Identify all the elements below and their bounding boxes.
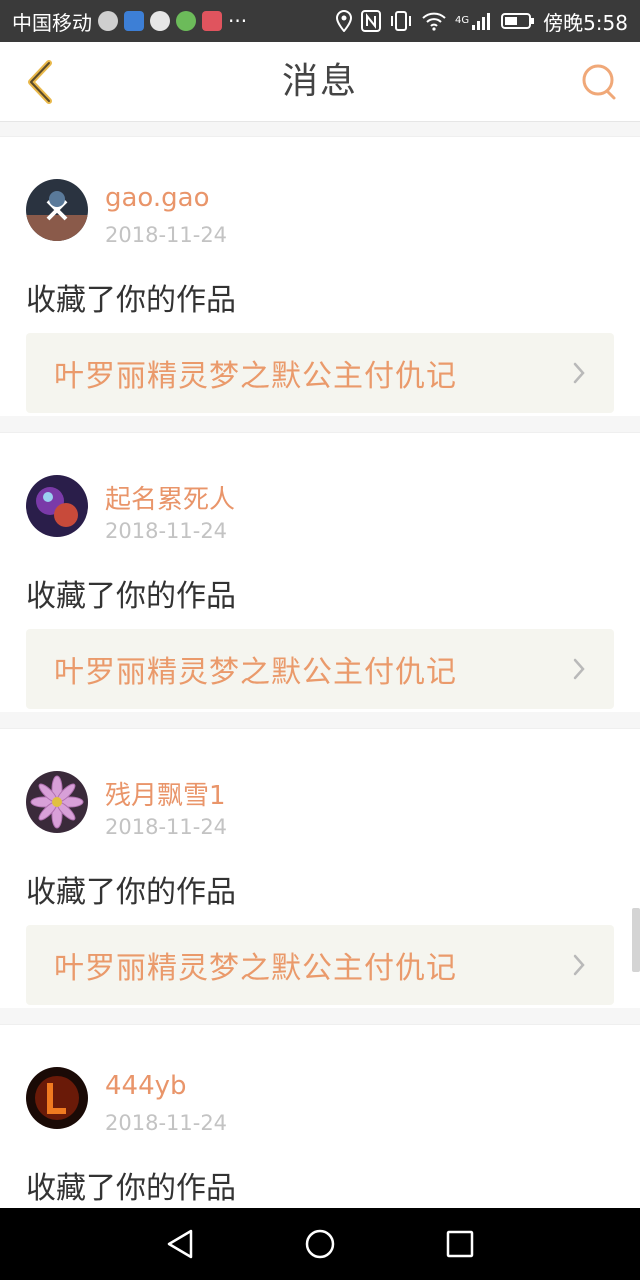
- message-list: gao.gao 2018-11-24 收藏了你的作品 叶罗丽精灵梦之默公主付仇记…: [0, 136, 640, 1280]
- clock-label: 傍晚5:58: [543, 10, 628, 35]
- wifi-icon: [422, 12, 446, 31]
- username[interactable]: 起名累死人: [105, 479, 235, 516]
- browser-app-icon: [176, 11, 196, 31]
- network-type-label: 4G: [454, 15, 470, 26]
- status-bar-left: 中国移动 ···: [12, 7, 247, 36]
- book-app-icon: [202, 11, 222, 31]
- avatar[interactable]: [26, 771, 88, 833]
- location-icon: [335, 10, 352, 32]
- message-action: 收藏了你的作品: [26, 875, 236, 910]
- avatar-image: [26, 1067, 88, 1129]
- work-link[interactable]: 叶罗丽精灵梦之默公主付仇记: [26, 629, 614, 709]
- message-date: 2018-11-24: [105, 519, 228, 543]
- work-link[interactable]: 叶罗丽精灵梦之默公主付仇记: [26, 925, 614, 1005]
- username[interactable]: gao.gao: [105, 183, 210, 213]
- avatar-image: [26, 179, 88, 241]
- system-back-button[interactable]: [156, 1220, 204, 1268]
- chevron-right-icon: [573, 954, 585, 976]
- status-bar-right: 4G 傍晚5:58: [335, 7, 628, 36]
- avatar-image: [26, 771, 88, 833]
- search-button[interactable]: [574, 56, 626, 108]
- message-action: 收藏了你的作品: [26, 283, 236, 318]
- scrollbar[interactable]: [632, 908, 640, 972]
- message-date: 2018-11-24: [105, 815, 228, 839]
- search-icon: [582, 64, 616, 100]
- system-navigation-bar: [0, 1208, 640, 1280]
- message-date: 2018-11-24: [105, 223, 228, 247]
- carrier-label: 中国移动: [12, 10, 92, 35]
- work-link[interactable]: 叶罗丽精灵梦之默公主付仇记: [26, 333, 614, 413]
- avatar[interactable]: [26, 1067, 88, 1129]
- signal-app-icon: [98, 11, 118, 31]
- message-card: gao.gao 2018-11-24 收藏了你的作品 叶罗丽精灵梦之默公主付仇记: [0, 136, 640, 416]
- message-date: 2018-11-24: [105, 1111, 228, 1135]
- shield-app-icon: [124, 11, 144, 31]
- message-action: 收藏了你的作品: [26, 579, 236, 614]
- avatar-image: [26, 475, 88, 537]
- work-title: 叶罗丽精灵梦之默公主付仇记: [54, 359, 457, 394]
- nfc-icon: [360, 10, 381, 32]
- message-card: 起名累死人 2018-11-24 收藏了你的作品 叶罗丽精灵梦之默公主付仇记: [0, 432, 640, 712]
- status-bar: 中国移动 ··· 4G 傍晚5:58: [0, 0, 640, 42]
- navigation-bar: 消息: [0, 42, 640, 122]
- square-recents-icon: [446, 1230, 474, 1258]
- message-action: 收藏了你的作品: [26, 1171, 236, 1206]
- avatar[interactable]: [26, 179, 88, 241]
- system-recents-button[interactable]: [436, 1220, 484, 1268]
- username[interactable]: 残月飘雪1: [105, 775, 226, 812]
- page-title: 消息: [281, 61, 358, 102]
- message-app-icon: [150, 11, 170, 31]
- chevron-right-icon: [573, 362, 585, 384]
- more-notifications: ···: [228, 9, 248, 33]
- avatar[interactable]: [26, 475, 88, 537]
- system-home-button[interactable]: [296, 1220, 344, 1268]
- triangle-back-icon: [167, 1229, 193, 1259]
- vibrate-icon: [390, 11, 411, 31]
- battery-icon: [501, 13, 535, 29]
- message-card: 残月飘雪1 2018-11-24 收藏了你的作品 叶罗丽精灵梦之默公主付仇记: [0, 728, 640, 1008]
- work-title: 叶罗丽精灵梦之默公主付仇记: [54, 655, 457, 690]
- username[interactable]: 444yb: [105, 1071, 187, 1101]
- chevron-right-icon: [573, 658, 585, 680]
- cell-signal-icon: [472, 13, 491, 30]
- work-title: 叶罗丽精灵梦之默公主付仇记: [54, 951, 457, 986]
- circle-home-icon: [305, 1229, 335, 1259]
